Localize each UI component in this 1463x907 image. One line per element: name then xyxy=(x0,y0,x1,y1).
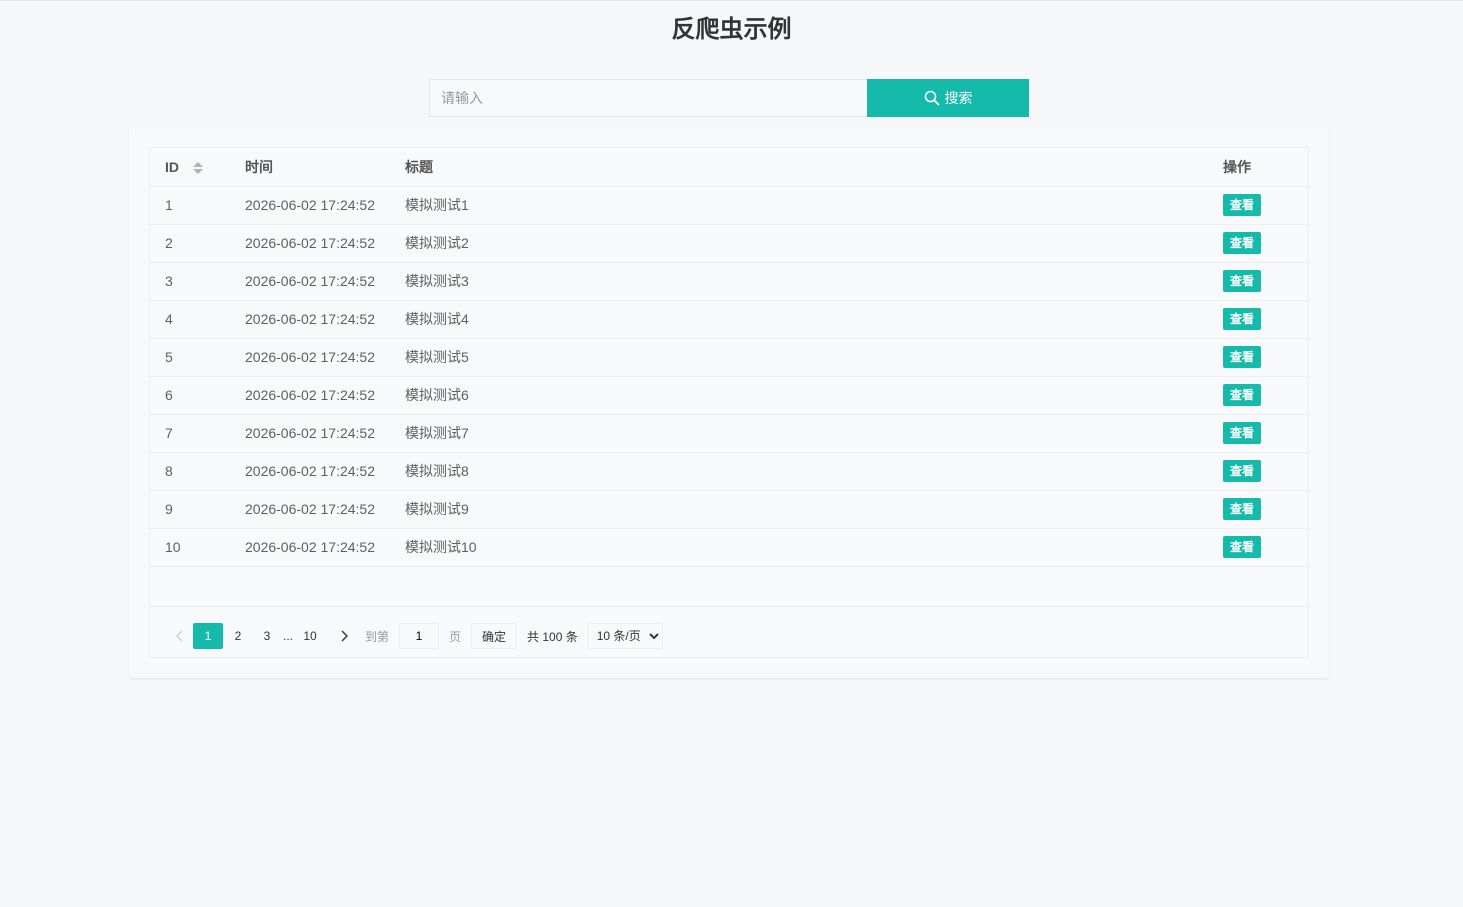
cell-action: 查看 xyxy=(1208,414,1308,453)
cell-id: 9 xyxy=(150,490,230,529)
cell-time: 2026-06-02 17:24:52 xyxy=(230,376,390,415)
next-page-button[interactable] xyxy=(331,623,359,649)
cell-id: 3 xyxy=(150,262,230,301)
cell-id: 10 xyxy=(150,528,230,567)
table-header-row: ID 时间 标题 操作 xyxy=(150,148,1308,187)
cell-id: 4 xyxy=(150,300,230,339)
page-title: 反爬虫示例 xyxy=(671,16,792,43)
page-number-3[interactable]: 3 xyxy=(253,623,281,649)
table-row: 10 2026-06-02 17:24:52 模拟测试10 查看 xyxy=(150,528,1308,567)
search-input[interactable] xyxy=(429,79,867,117)
cell-title: 模拟测试7 xyxy=(390,414,1208,453)
cell-action: 查看 xyxy=(1208,262,1308,301)
sort-icon[interactable] xyxy=(193,161,203,175)
table-row: 3 2026-06-02 17:24:52 模拟测试3 查看 xyxy=(150,262,1308,301)
data-table: ID 时间 标题 操作 1 2026-06-02 17:24:52 模拟测试1 查看 2… xyxy=(150,148,1308,567)
table-row: 4 2026-06-02 17:24:52 模拟测试4 查看 xyxy=(150,300,1308,339)
table-row: 5 2026-06-02 17:24:52 模拟测试5 查看 xyxy=(150,338,1308,377)
column-header-id-label: ID xyxy=(165,158,179,175)
chevron-left-icon xyxy=(176,630,183,642)
page-number-2[interactable]: 2 xyxy=(223,623,253,649)
cell-title: 模拟测试3 xyxy=(390,262,1208,301)
cell-action: 查看 xyxy=(1208,490,1308,529)
table-row: 1 2026-06-02 17:24:52 模拟测试1 查看 xyxy=(150,186,1308,225)
cell-title: 模拟测试4 xyxy=(390,300,1208,339)
view-button[interactable]: 查看 xyxy=(1223,232,1262,254)
cell-id: 7 xyxy=(150,414,230,453)
page-number-last[interactable]: 10 xyxy=(295,623,325,649)
view-button[interactable]: 查看 xyxy=(1223,422,1262,444)
cell-action: 查看 xyxy=(1208,376,1308,415)
view-button[interactable]: 查看 xyxy=(1223,498,1262,520)
cell-time: 2026-06-02 17:24:52 xyxy=(230,528,390,567)
cell-action: 查看 xyxy=(1208,338,1308,377)
table-row: 6 2026-06-02 17:24:52 模拟测试6 查看 xyxy=(150,376,1308,415)
search-bar: 搜索 xyxy=(429,79,1029,117)
cell-action: 查看 xyxy=(1208,224,1308,263)
view-button[interactable]: 查看 xyxy=(1223,270,1262,292)
column-header-title: 标题 xyxy=(390,148,1208,187)
search-icon xyxy=(924,90,939,106)
table-row: 9 2026-06-02 17:24:52 模拟测试9 查看 xyxy=(150,490,1308,529)
cell-title: 模拟测试9 xyxy=(390,490,1208,529)
chevron-right-icon xyxy=(341,630,348,642)
table-row: 7 2026-06-02 17:24:52 模拟测试7 查看 xyxy=(150,414,1308,453)
cell-action: 查看 xyxy=(1208,300,1308,339)
view-button[interactable]: 查看 xyxy=(1223,384,1262,406)
cell-title: 模拟测试8 xyxy=(390,452,1208,491)
column-header-time: 时间 xyxy=(230,148,390,187)
view-button[interactable]: 查看 xyxy=(1223,460,1262,482)
cell-title: 模拟测试1 xyxy=(390,186,1208,225)
table-row: 8 2026-06-02 17:24:52 模拟测试8 查看 xyxy=(150,452,1308,491)
goto-label: 到第 xyxy=(365,629,390,644)
cell-title: 模拟测试2 xyxy=(390,224,1208,263)
column-header-action: 操作 xyxy=(1208,148,1308,187)
prev-page-button[interactable] xyxy=(165,623,193,649)
page-ellipsis: ... xyxy=(282,629,293,643)
top-divider xyxy=(0,0,1463,1)
view-button[interactable]: 查看 xyxy=(1223,194,1262,216)
table-row: 2 2026-06-02 17:24:52 模拟测试2 查看 xyxy=(150,224,1308,263)
total-count: 共 100 条 xyxy=(527,629,578,644)
goto-confirm-button[interactable]: 确定 xyxy=(471,623,518,649)
cell-title: 模拟测试5 xyxy=(390,338,1208,377)
cell-id: 2 xyxy=(150,224,230,263)
cell-action: 查看 xyxy=(1208,452,1308,491)
cell-id: 8 xyxy=(150,452,230,491)
cell-action: 查看 xyxy=(1208,528,1308,567)
view-button[interactable]: 查看 xyxy=(1223,346,1262,368)
cell-id: 1 xyxy=(150,186,230,225)
table-container: ID 时间 标题 操作 1 2026-06-02 17:24:52 模拟测试1 查看 2… xyxy=(149,147,1309,658)
cell-action: 查看 xyxy=(1208,186,1308,225)
goto-page-input[interactable] xyxy=(399,623,440,649)
table-spacer xyxy=(150,567,1308,607)
cell-time: 2026-06-02 17:24:52 xyxy=(230,338,390,377)
cell-time: 2026-06-02 17:24:52 xyxy=(230,452,390,491)
view-button[interactable]: 查看 xyxy=(1223,536,1262,558)
pagination: 1 2 3 ... 10 到第 页 确定 共 100 条 10 条/页 xyxy=(150,615,1308,657)
cell-title: 模拟测试10 xyxy=(390,528,1208,567)
cell-time: 2026-06-02 17:24:52 xyxy=(230,414,390,453)
cell-id: 6 xyxy=(150,376,230,415)
page-unit-label: 页 xyxy=(449,629,462,644)
column-header-id[interactable]: ID xyxy=(150,148,230,187)
cell-time: 2026-06-02 17:24:52 xyxy=(230,490,390,529)
table-card: ID 时间 标题 操作 1 2026-06-02 17:24:52 模拟测试1 查看 2… xyxy=(129,127,1329,678)
cell-time: 2026-06-02 17:24:52 xyxy=(230,224,390,263)
cell-title: 模拟测试6 xyxy=(390,376,1208,415)
page-size-select[interactable]: 10 条/页 xyxy=(587,623,663,649)
page-number-1[interactable]: 1 xyxy=(193,623,223,649)
cell-time: 2026-06-02 17:24:52 xyxy=(230,262,390,301)
view-button[interactable]: 查看 xyxy=(1223,308,1262,330)
search-button-label: 搜索 xyxy=(944,90,973,106)
cell-time: 2026-06-02 17:24:52 xyxy=(230,300,390,339)
search-button[interactable]: 搜索 xyxy=(867,79,1029,117)
cell-time: 2026-06-02 17:24:52 xyxy=(230,186,390,225)
cell-id: 5 xyxy=(150,338,230,377)
